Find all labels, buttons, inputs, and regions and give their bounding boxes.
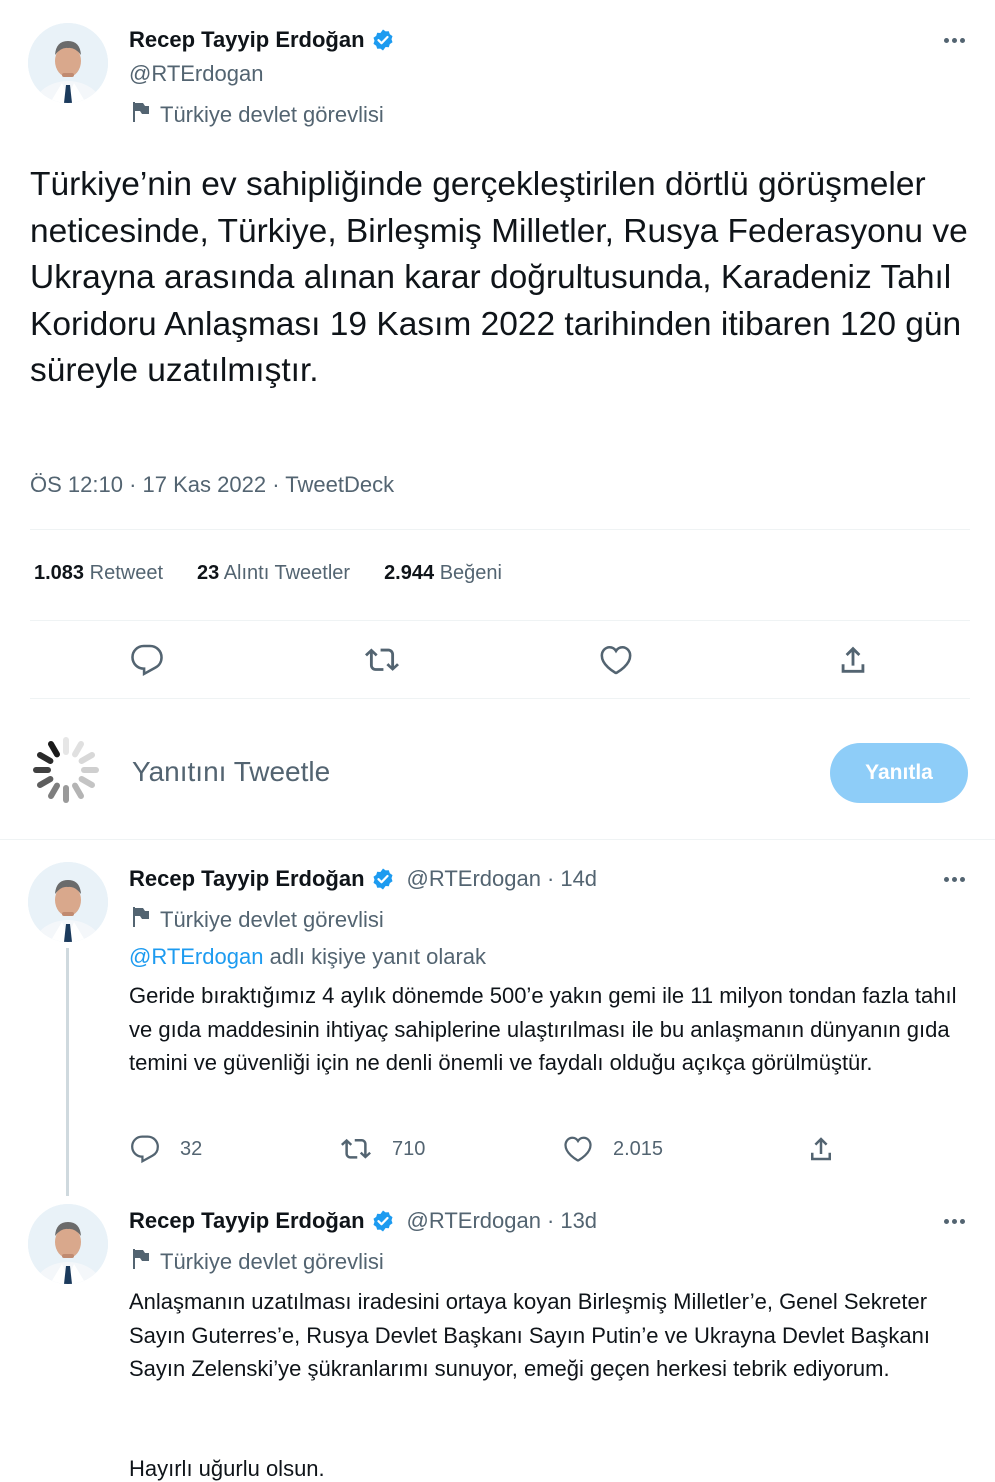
more-options-icon[interactable] — [944, 877, 965, 882]
share-icon[interactable] — [806, 1134, 836, 1169]
tweet-text-closing: Hayırlı uğurlu olsun. — [129, 1456, 325, 1481]
divider — [0, 839, 995, 840]
tweet-time[interactable]: ÖS 12:10 — [30, 472, 123, 497]
like-count: 2.015 — [613, 1137, 664, 1160]
tweet-text: Geride bıraktığımız 4 aylık dönemde 500’… — [129, 983, 957, 1075]
reply-compose-input[interactable]: Yanıtını Tweetle — [132, 756, 330, 788]
avatar[interactable] — [28, 862, 108, 942]
tweet-text: Türkiye’nin ev sahipliğinde gerçekleştir… — [30, 166, 968, 389]
flag-icon — [132, 101, 150, 128]
likes-stat[interactable]: 2.944 Beğeni — [384, 562, 502, 585]
government-label[interactable]: Türkiye devlet görevlisi — [132, 1248, 384, 1275]
meta-separator: · — [547, 1208, 555, 1233]
retweet-icon — [341, 1138, 371, 1159]
replying-to: @RTErdogan adlı kişiye yanıt olarak — [129, 944, 486, 970]
label-text: Türkiye devlet görevlisi — [160, 1248, 384, 1274]
author-handle[interactable]: @RTErdogan — [129, 61, 263, 87]
label-text: Türkiye devlet görevlisi — [160, 906, 384, 932]
likes-label: Beğeni — [439, 562, 502, 584]
more-options-icon[interactable] — [944, 1219, 965, 1224]
flag-icon — [132, 906, 150, 933]
like-icon — [564, 1136, 592, 1162]
quotes-count: 23 — [197, 562, 220, 584]
quotes-label: Alıntı Tweetler — [223, 562, 351, 584]
author-handle[interactable]: @RTErdogan — [407, 866, 541, 892]
author-row: Recep Tayyip Erdoğan @RTErdogan · 13d — [129, 1208, 597, 1234]
label-text: Türkiye devlet görevlisi — [160, 101, 384, 127]
retweets-count: 1.083 — [34, 562, 85, 584]
retweet-action[interactable]: 710 — [340, 1134, 425, 1164]
tweet-text: Anlaşmanın uzatılması iradesini ortaya k… — [129, 1289, 930, 1381]
retweets-stat[interactable]: 1.083 Retweet — [34, 562, 163, 585]
meta-separator: · — [129, 472, 137, 497]
reply-count: 32 — [180, 1137, 203, 1160]
author-name[interactable]: Recep Tayyip Erdoğan — [129, 27, 365, 53]
loading-spinner-icon — [30, 734, 102, 811]
author-handle[interactable]: @RTErdogan — [407, 1208, 541, 1234]
government-label[interactable]: Türkiye devlet görevlisi — [132, 906, 384, 933]
reply-button[interactable]: Yanıtla — [830, 743, 968, 803]
like-icon[interactable] — [599, 643, 633, 682]
tweet-meta: ÖS 12:10 · 17 Kas 2022 · TweetDeck — [30, 472, 394, 498]
verified-badge-icon — [371, 28, 395, 52]
divider — [30, 698, 970, 699]
likes-count: 2.944 — [384, 562, 435, 584]
tweet-time[interactable]: 13d — [560, 1208, 597, 1234]
tweet-stats: 1.083 Retweet 23 Alıntı Tweetler 2.944 B… — [34, 562, 536, 585]
more-options-icon[interactable] — [944, 38, 965, 43]
meta-separator: · — [547, 866, 555, 891]
retweet-count: 710 — [392, 1137, 426, 1160]
reply-to-mention[interactable]: @RTErdogan — [129, 944, 263, 969]
reply-icon[interactable] — [130, 643, 164, 682]
thread-connector — [66, 948, 69, 1196]
verified-badge-icon — [371, 867, 395, 891]
author-row: Recep Tayyip Erdoğan @RTErdogan · 14d — [129, 866, 597, 892]
verified-badge-icon — [371, 1209, 395, 1233]
reply-action[interactable]: 32 — [130, 1134, 202, 1164]
avatar[interactable] — [28, 1204, 108, 1284]
reply-to-suffix: adlı kişiye yanıt olarak — [269, 944, 487, 969]
like-action[interactable]: 2.015 — [563, 1134, 663, 1164]
quotes-stat[interactable]: 23 Alıntı Tweetler — [197, 562, 350, 585]
author-name[interactable]: Recep Tayyip Erdoğan — [129, 1208, 365, 1234]
divider — [30, 529, 970, 530]
retweets-label: Retweet — [89, 562, 163, 584]
flag-icon — [132, 1248, 150, 1275]
tweet-time[interactable]: 14d — [560, 866, 597, 892]
retweet-icon[interactable] — [364, 643, 400, 682]
tweet-date[interactable]: 17 Kas 2022 — [143, 472, 267, 497]
avatar[interactable] — [28, 23, 108, 103]
meta-separator: · — [272, 472, 280, 497]
government-label[interactable]: Türkiye devlet görevlisi — [132, 101, 384, 128]
share-icon[interactable] — [836, 643, 870, 682]
divider — [30, 620, 970, 621]
author-row: Recep Tayyip Erdoğan — [129, 27, 395, 53]
tweet-source[interactable]: TweetDeck — [285, 472, 394, 497]
author-name[interactable]: Recep Tayyip Erdoğan — [129, 866, 365, 892]
reply-icon — [131, 1135, 159, 1164]
